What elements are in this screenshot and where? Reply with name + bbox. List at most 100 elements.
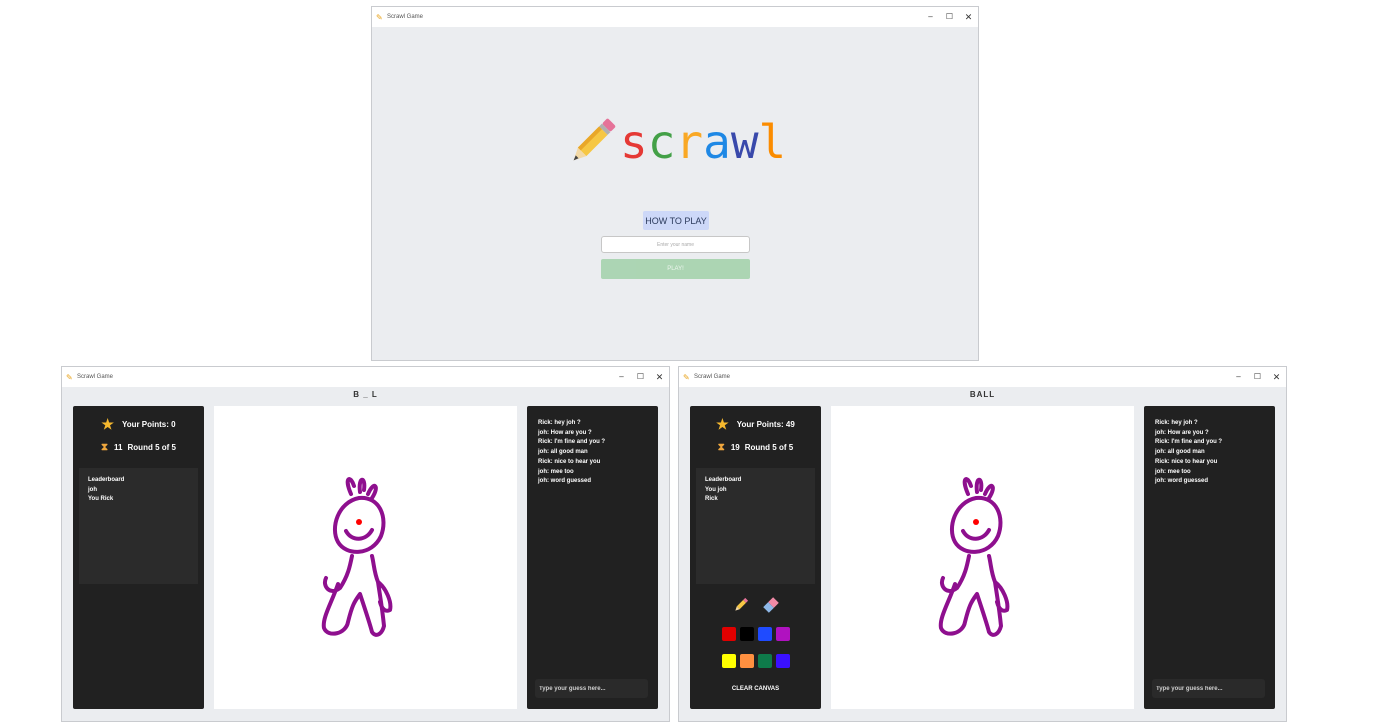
stick-figure-drawing xyxy=(938,477,1010,637)
title-bar: ✎ Scrawl Game – ☐ ✕ xyxy=(62,367,669,387)
chat-message: Rick: nice to hear you xyxy=(538,458,601,465)
logo-letter: r xyxy=(675,115,704,169)
window-title: Scrawl Game xyxy=(387,14,424,20)
round-row: ⧗ 19 Round 5 of 5 xyxy=(690,442,821,453)
color-swatch[interactable] xyxy=(776,627,790,641)
timer-value: 19 xyxy=(730,443,740,452)
close-button[interactable]: ✕ xyxy=(650,372,669,383)
title-bar: ✎ Scrawl Game – ☐ ✕ xyxy=(679,367,1286,387)
drawing-tools xyxy=(690,596,821,614)
leaderboard-entry: You joh xyxy=(705,486,727,493)
color-swatch[interactable] xyxy=(758,627,772,641)
chat-messages: Rick: hey joh ? joh: How are you ? Rick:… xyxy=(538,419,605,487)
logo-pencil-icon xyxy=(573,118,616,161)
word-display: BALL xyxy=(969,390,996,399)
maximize-button[interactable]: ☐ xyxy=(1248,372,1267,383)
points-label: Your Points: 49 xyxy=(736,419,795,429)
pencil-icon[interactable] xyxy=(732,596,750,614)
close-button[interactable]: ✕ xyxy=(959,12,978,23)
round-label: Round 5 of 5 xyxy=(744,443,794,452)
stick-figure-drawing xyxy=(321,477,393,637)
points-row: ★ Your Points: 0 xyxy=(73,417,204,431)
game-window-guesser: ✎ Scrawl Game – ☐ ✕ B _ L ★ Your Points:… xyxy=(61,366,670,722)
name-input[interactable] xyxy=(601,236,750,253)
drawing-stroke xyxy=(961,528,991,541)
drawing-stroke xyxy=(344,528,374,541)
chat-message: joh: How are you ? xyxy=(1155,429,1209,436)
logo-letter: s xyxy=(620,115,648,169)
window-title: Scrawl Game xyxy=(77,374,114,380)
points-row: ★ Your Points: 49 xyxy=(690,417,821,431)
chat-message: Rick: I'm fine and you ? xyxy=(1155,439,1223,446)
close-button[interactable]: ✕ xyxy=(1267,372,1286,383)
color-swatch[interactable] xyxy=(776,654,790,668)
game-window-drawer: ✎ Scrawl Game – ☐ ✕ BALL ★ Your Points: … xyxy=(678,366,1287,722)
chat-message: joh: all good man xyxy=(538,449,588,456)
star-icon: ★ xyxy=(716,416,729,432)
app-pencil-icon: ✎ xyxy=(376,12,383,22)
hourglass-icon: ⧗ xyxy=(101,442,109,453)
eraser-icon[interactable] xyxy=(762,596,780,614)
minimize-button[interactable]: – xyxy=(1229,372,1248,383)
color-swatch[interactable] xyxy=(722,654,736,668)
title-bar: ✎ Scrawl Game – ☐ ✕ xyxy=(372,7,978,27)
maximize-button[interactable]: ☐ xyxy=(631,372,650,383)
color-swatch[interactable] xyxy=(740,654,754,668)
round-row: ⧗ 11 Round 5 of 5 xyxy=(73,442,204,453)
logo-letter: c xyxy=(647,115,676,169)
chat-message: Rick: nice to hear you xyxy=(1155,458,1218,465)
leaderboard-entry: You Rick xyxy=(88,496,114,502)
chat-message: joh: word guessed xyxy=(538,478,592,485)
maximize-button[interactable]: ☐ xyxy=(940,12,959,23)
chat-panel: Rick: hey joh ? joh: How are you ? Rick:… xyxy=(527,406,658,709)
drawing-stroke xyxy=(345,477,378,500)
chat-messages: Rick: hey joh ? joh: How are you ? Rick:… xyxy=(1155,419,1222,487)
logo-letter: a xyxy=(703,115,731,169)
chat-panel: Rick: hey joh ? joh: How are you ? Rick:… xyxy=(1144,406,1275,709)
chat-message: joh: word guessed xyxy=(1155,478,1209,485)
color-swatch[interactable] xyxy=(758,654,772,668)
color-swatch[interactable] xyxy=(722,627,736,641)
drawing-stroke xyxy=(938,554,1010,637)
leaderboard: Leaderboard joh You Rick xyxy=(79,468,198,584)
how-to-play-button[interactable]: HOW TO PLAY xyxy=(643,211,709,230)
drawing-stroke xyxy=(321,554,393,637)
app-pencil-icon: ✎ xyxy=(66,372,73,382)
word-hint: B _ L xyxy=(353,390,378,399)
window-title: Scrawl Game xyxy=(694,374,731,380)
clear-canvas-button[interactable]: CLEAR CANVAS xyxy=(690,686,821,692)
points-label: Your Points: 0 xyxy=(121,419,176,429)
chat-message: joh: mee too xyxy=(538,468,574,475)
color-swatch[interactable] xyxy=(740,627,754,641)
leaderboard-title: Leaderboard xyxy=(705,477,742,483)
timer-value: 11 xyxy=(114,443,123,452)
minimize-button[interactable]: – xyxy=(921,12,940,23)
leaderboard-entry: Rick xyxy=(705,496,718,502)
drawing-stroke xyxy=(962,477,995,500)
play-button[interactable]: PLAY! xyxy=(601,259,750,279)
chat-message: Rick: I'm fine and you ? xyxy=(538,439,606,446)
drawing-canvas[interactable] xyxy=(214,406,517,709)
chat-message: joh: all good man xyxy=(1155,449,1205,456)
star-icon: ★ xyxy=(101,416,114,432)
leaderboard-title: Leaderboard xyxy=(88,477,125,483)
chat-message: joh: How are you ? xyxy=(538,429,592,436)
chat-message: joh: mee too xyxy=(1155,468,1191,475)
player-panel: ★ Your Points: 0 ⧗ 11 Round 5 of 5 Leade… xyxy=(73,406,204,709)
leaderboard-entry: joh xyxy=(88,486,97,493)
color-palette-row-2 xyxy=(722,654,790,668)
round-label: Round 5 of 5 xyxy=(127,443,176,452)
scrawl-logo: scrawl xyxy=(562,112,786,172)
guess-input[interactable] xyxy=(1152,679,1265,698)
logo-wordmark: scrawl xyxy=(620,119,786,165)
main-menu-window: ✎ Scrawl Game – ☐ ✕ scrawl HOW TO PLAY P… xyxy=(371,6,979,361)
leaderboard: Leaderboard You joh Rick xyxy=(696,468,815,584)
logo-letter: l xyxy=(758,115,787,169)
drawing-nose xyxy=(973,519,979,525)
chat-message: Rick: hey joh ? xyxy=(1155,420,1198,426)
drawing-canvas[interactable] xyxy=(831,406,1134,709)
hourglass-icon: ⧗ xyxy=(717,442,725,453)
guess-input[interactable] xyxy=(535,679,648,698)
color-palette-row-1 xyxy=(722,627,790,641)
minimize-button[interactable]: – xyxy=(612,372,631,383)
